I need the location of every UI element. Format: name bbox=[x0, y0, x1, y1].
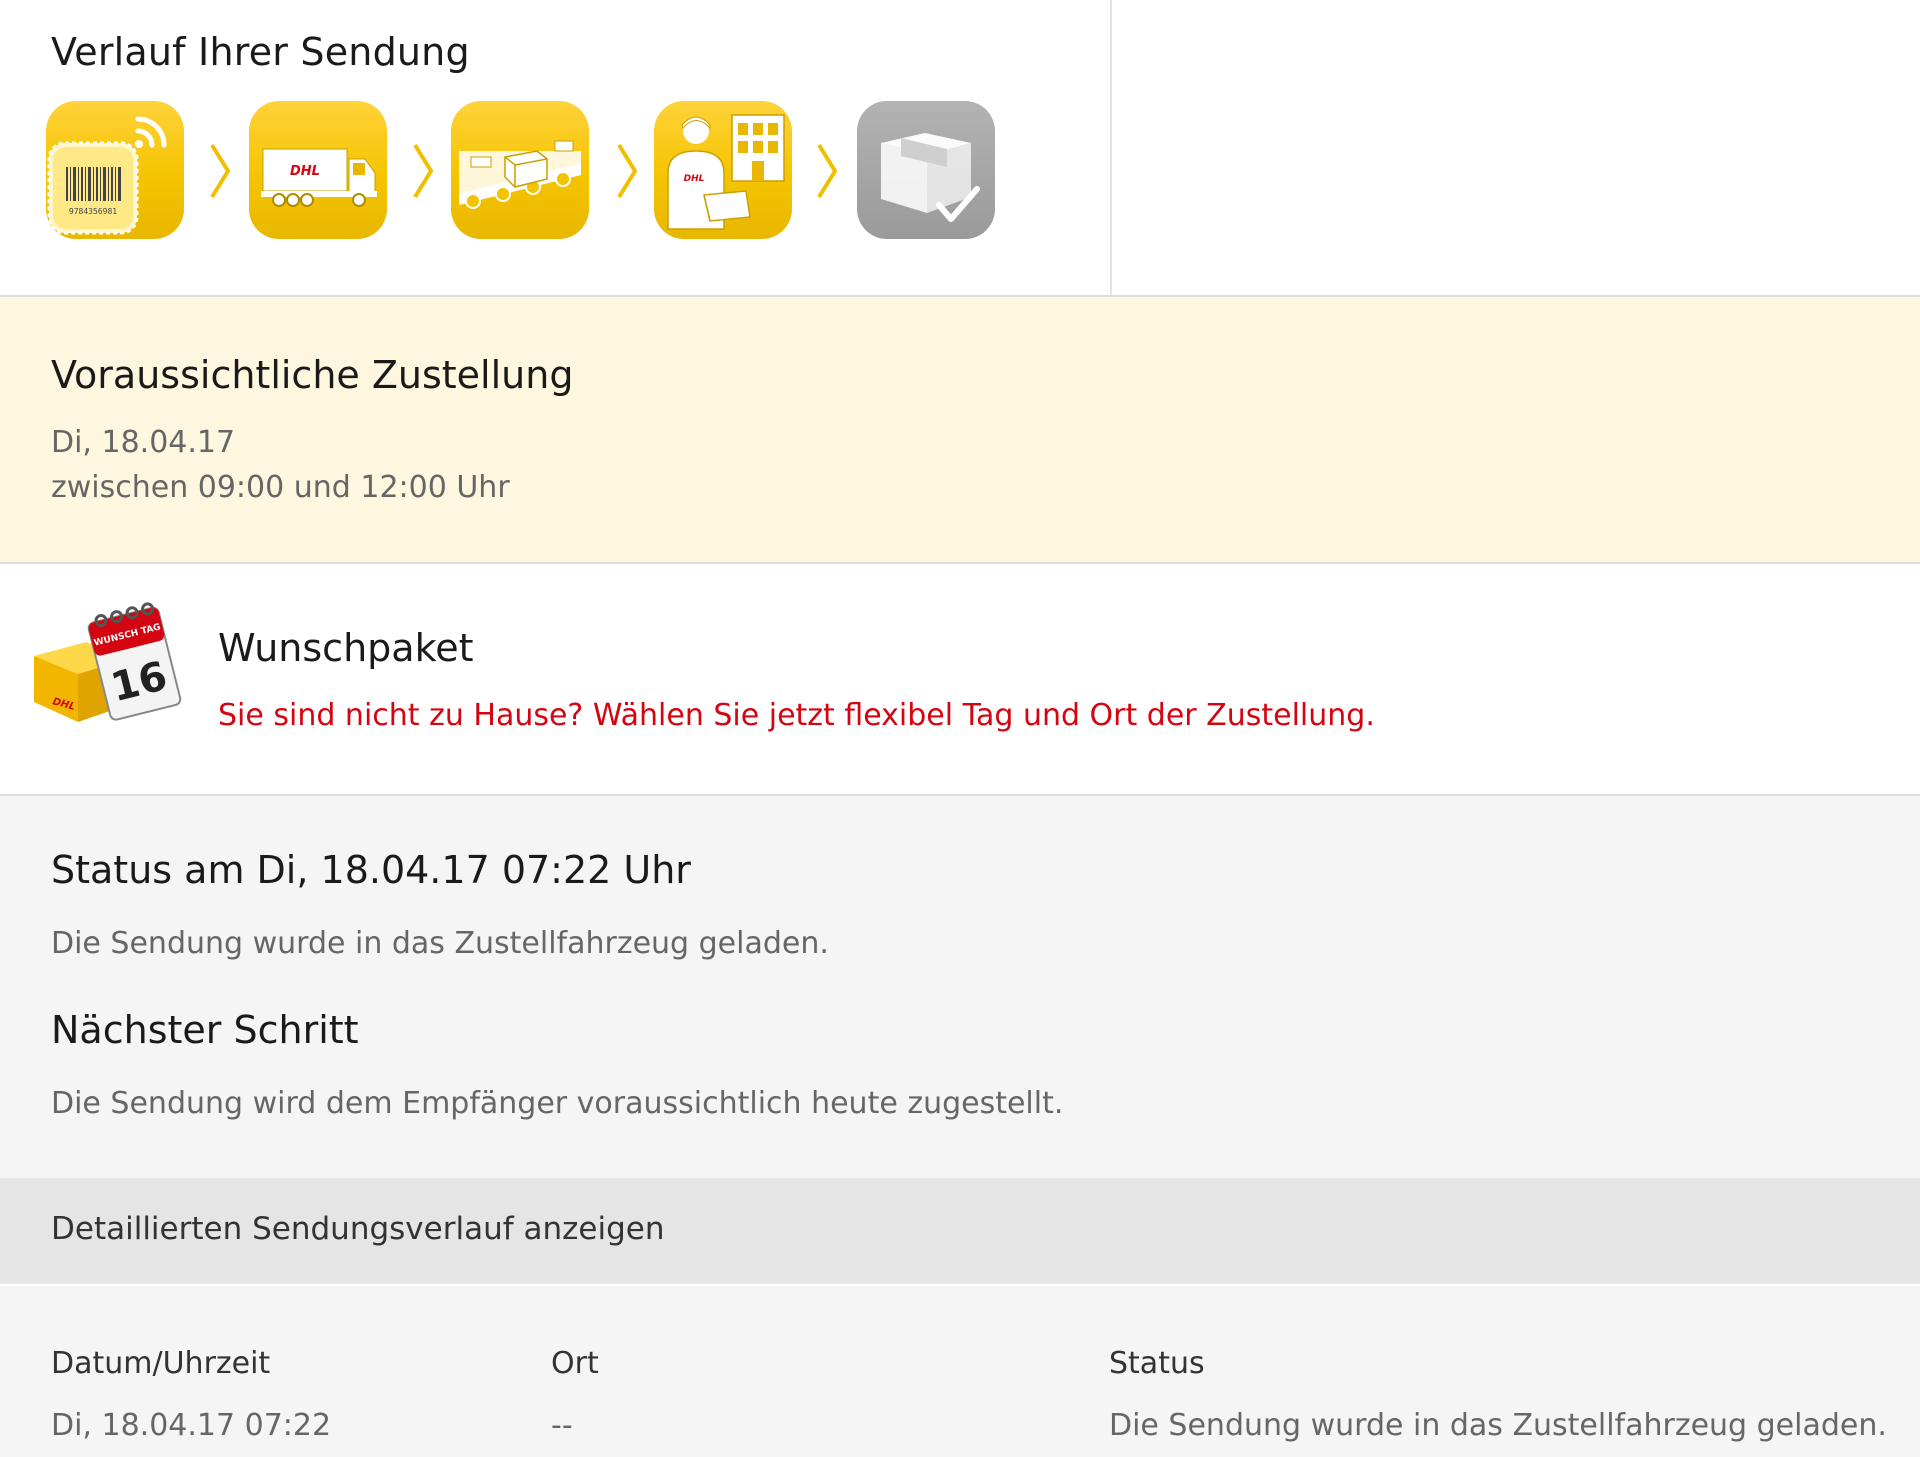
courier-icon: DHL bbox=[667, 114, 785, 230]
tracking-page: Verlauf Ihrer Sendung 9784356981 DHL DHL… bbox=[0, 0, 1920, 1457]
wunschpaket-calendar-icon: DHL WUNSCH TAG 16 bbox=[34, 602, 182, 722]
detailed-history-toggle-label: Detaillierten Sendungsverlauf anzeigen bbox=[51, 1211, 665, 1247]
delivery-date: Di, 18.04.17 bbox=[51, 425, 236, 460]
column-header-status: Status bbox=[1109, 1346, 1205, 1381]
status-text: Die Sendung wurde in das Zustellfahrzeug… bbox=[51, 926, 829, 961]
chevron-right-icon bbox=[210, 143, 231, 199]
wunschpaket-title: Wunschpaket bbox=[218, 626, 474, 670]
row-location: -- bbox=[551, 1408, 573, 1443]
row-date: Di, 18.04.17 07:22 bbox=[51, 1408, 332, 1443]
status-title: Status am Di, 18.04.17 07:22 Uhr bbox=[51, 848, 691, 892]
chevron-right-icon bbox=[817, 143, 838, 199]
delivery-title: Voraussichtliche Zustellung bbox=[51, 353, 574, 397]
progress-steps: 9784356981 DHL DHL bbox=[46, 101, 1006, 241]
delivery-time-window: zwischen 09:00 und 12:00 Uhr bbox=[51, 470, 510, 505]
detailed-history-toggle[interactable]: Detaillierten Sendungsverlauf anzeigen bbox=[0, 1178, 1920, 1284]
truck-dhl-logo: DHL bbox=[290, 164, 320, 179]
chevron-right-icon bbox=[413, 143, 434, 199]
courier-dhl-logo: DHL bbox=[684, 174, 705, 184]
progress-title: Verlauf Ihrer Sendung bbox=[51, 30, 470, 74]
truck-icon: DHL bbox=[261, 148, 377, 207]
step-delivered bbox=[857, 101, 995, 239]
step-processing-center bbox=[451, 101, 589, 239]
conveyor-belt-icon bbox=[459, 140, 581, 209]
chevron-right-icon bbox=[617, 143, 638, 199]
step-parcel-registered: 9784356981 bbox=[46, 101, 184, 239]
step-in-transport: DHL bbox=[249, 101, 387, 239]
delivery-estimate-section: Voraussichtliche Zustellung Di, 18.04.17… bbox=[0, 297, 1920, 564]
parcel-barcode-icon: 9784356981 bbox=[47, 116, 167, 235]
wunschpaket-link[interactable]: Sie sind nicht zu Hause? Wählen Sie jetz… bbox=[218, 698, 1375, 733]
barcode-number: 9784356981 bbox=[69, 207, 117, 216]
wunschpaket-section: DHL WUNSCH TAG 16 Wunschpaket Sie sind n… bbox=[0, 564, 1920, 796]
shipment-progress-section: Verlauf Ihrer Sendung 9784356981 DHL DHL bbox=[0, 0, 1920, 297]
column-header-date: Datum/Uhrzeit bbox=[51, 1346, 271, 1381]
next-step-title: Nächster Schritt bbox=[51, 1008, 359, 1052]
current-status-section: Status am Di, 18.04.17 07:22 Uhr Die Sen… bbox=[0, 796, 1920, 1178]
row-status: Die Sendung wurde in das Zustellfahrzeug… bbox=[1109, 1408, 1887, 1443]
next-step-text: Die Sendung wird dem Empfänger voraussic… bbox=[51, 1086, 1064, 1121]
shipment-progress-column: Verlauf Ihrer Sendung 9784356981 DHL DHL bbox=[0, 0, 1112, 295]
column-header-location: Ort bbox=[551, 1346, 599, 1381]
step-out-for-delivery: DHL bbox=[654, 101, 792, 239]
delivered-box-icon bbox=[881, 133, 980, 222]
history-table: Datum/Uhrzeit Ort Status Di, 18.04.17 07… bbox=[0, 1286, 1920, 1457]
